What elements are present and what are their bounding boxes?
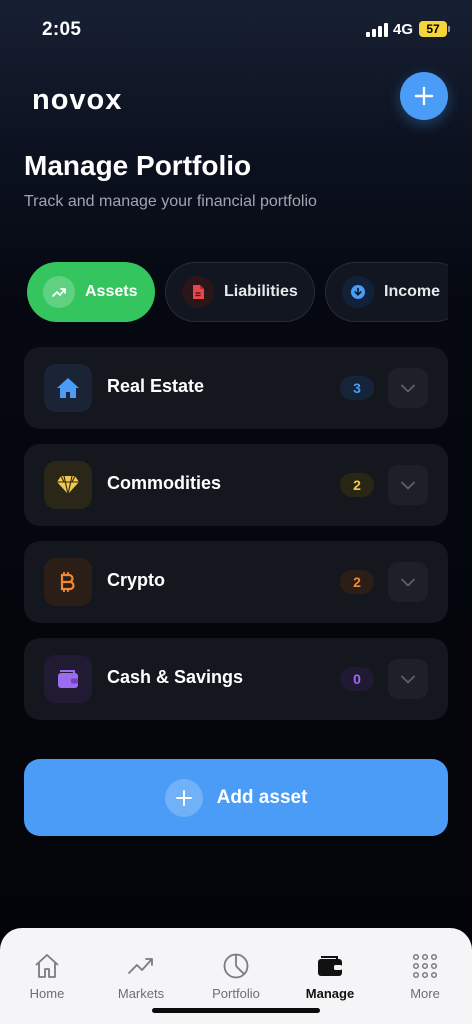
category-label: Real Estate [107,376,205,396]
arrow-down-circle-icon [342,276,374,308]
chevron-down-icon [401,481,415,489]
grid-icon [411,952,439,980]
category-tabs: Assets Liabilities Income [0,262,448,322]
home-icon [33,952,61,980]
add-button[interactable] [400,72,448,120]
page-subtitle: Track and manage your financial portfoli… [24,193,317,210]
count-badge: 0 [340,667,374,691]
nav-more[interactable]: More [378,928,472,1024]
battery-icon: 57 [419,21,447,37]
pie-chart-icon [222,952,250,980]
nav-label: Home [29,986,65,1001]
plus-icon [164,778,203,817]
status-time: 2:05 [42,19,82,40]
document-icon [182,276,214,308]
nav-label: Manage [305,986,355,1001]
chevron-down-icon [401,675,415,683]
count-badge: 2 [340,570,374,594]
status-bar: 2:05 4G 57 [0,0,472,60]
diamond-icon [44,461,92,509]
nav-label: Markets [117,986,165,1001]
trending-up-icon [127,952,155,980]
tab-income[interactable]: Income [325,262,448,322]
category-card-commodities[interactable]: Commodities 2 [24,444,448,526]
category-label: Cash & Savings [107,667,244,687]
expand-button[interactable] [388,465,428,505]
expand-button[interactable] [388,562,428,602]
expand-button[interactable] [388,368,428,408]
trending-up-icon [43,276,75,308]
add-asset-button[interactable]: Add asset [24,759,448,836]
nav-label: Portfolio [212,986,260,1001]
wallet-icon [44,655,92,703]
expand-button[interactable] [388,659,428,699]
add-asset-label: Add asset [216,786,308,808]
nav-label: More [410,986,440,1001]
wallet-icon [316,952,344,980]
category-card-real-estate[interactable]: Real Estate 3 [24,347,448,429]
count-badge: 2 [340,473,374,497]
tab-label: Liabilities [224,283,298,300]
nav-home[interactable]: Home [0,928,94,1024]
app-logo: novox [32,84,123,116]
category-card-crypto[interactable]: Crypto 2 [24,541,448,623]
category-card-cash-savings[interactable]: Cash & Savings 0 [24,638,448,720]
plus-icon [414,86,434,106]
tab-label: Assets [85,283,138,300]
chevron-down-icon [401,578,415,586]
home-icon [44,364,92,412]
home-indicator[interactable] [152,1008,320,1013]
category-label: Commodities [107,473,222,493]
chevron-down-icon [401,384,415,392]
signal-icon [366,23,388,37]
bitcoin-icon [44,558,92,606]
battery-cap [448,26,450,32]
tab-label: Income [384,283,441,300]
count-badge: 3 [340,376,374,400]
network-type: 4G [393,21,414,38]
page-title: Manage Portfolio [24,150,252,181]
tab-assets[interactable]: Assets [27,262,155,322]
category-label: Crypto [107,570,165,590]
tab-liabilities[interactable]: Liabilities [165,262,315,322]
